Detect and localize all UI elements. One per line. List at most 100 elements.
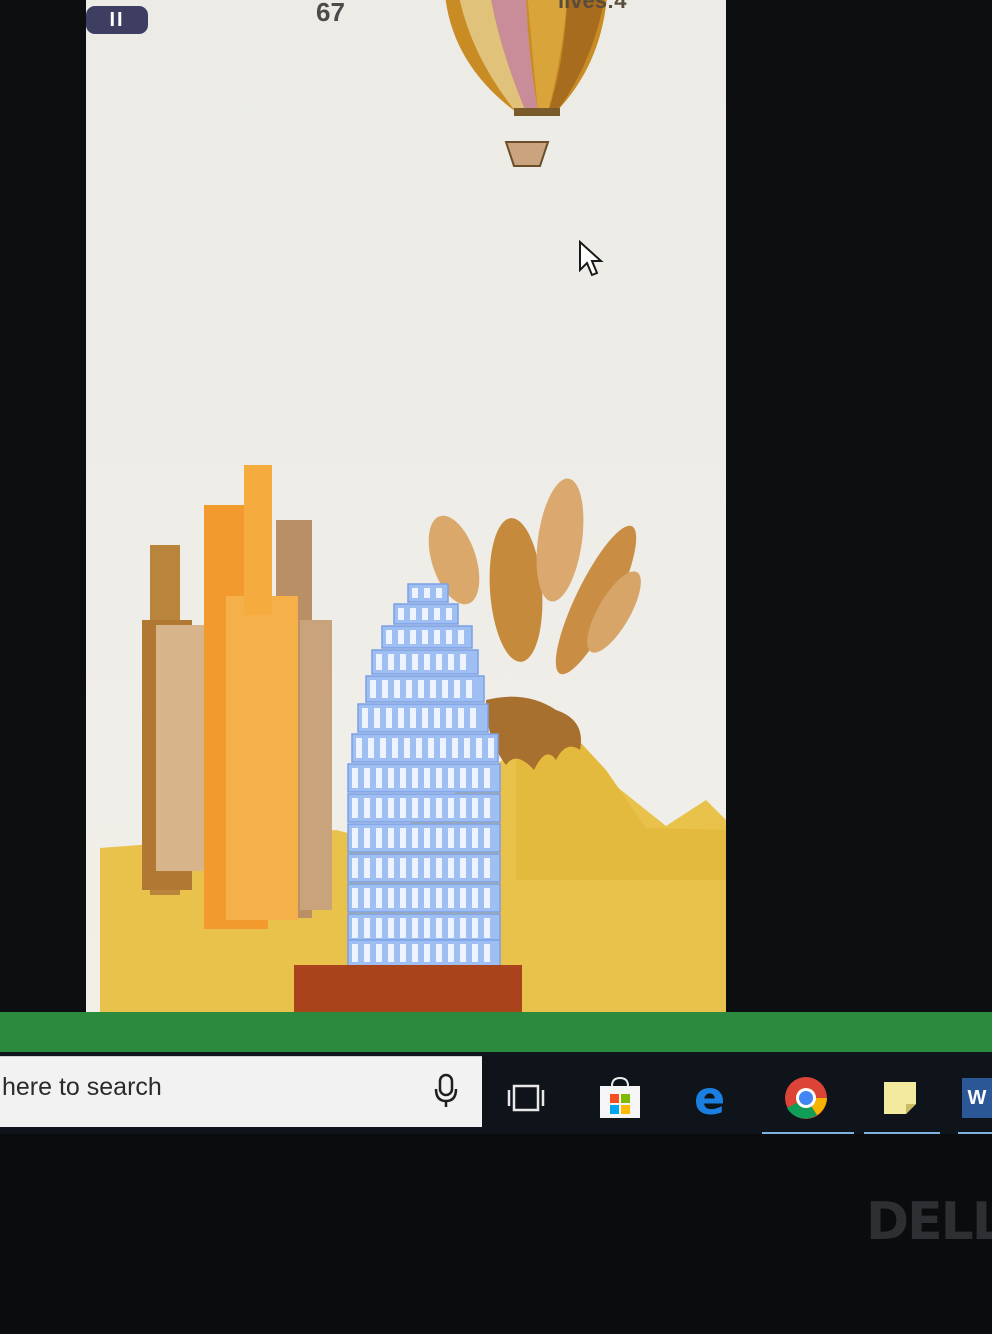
tower-window	[400, 858, 406, 878]
tower-window	[424, 918, 430, 938]
edge-icon[interactable]: e	[690, 1074, 738, 1122]
task-view-icon[interactable]	[502, 1074, 550, 1122]
svg-text:e: e	[694, 1076, 725, 1120]
tower-window	[484, 918, 490, 938]
tower-window	[392, 738, 398, 758]
game-scene	[100, 0, 726, 1022]
hot-air-balloon	[445, 0, 607, 167]
tower-window	[388, 918, 394, 938]
tower-window	[412, 944, 418, 962]
tower-window	[386, 630, 392, 644]
monitor-bezel	[0, 1134, 992, 1334]
tower-window	[488, 738, 494, 758]
tower-window	[412, 918, 418, 938]
tower-window	[434, 708, 440, 728]
tower-window	[470, 708, 476, 728]
tower-window	[352, 768, 358, 788]
tower-window	[376, 858, 382, 878]
tower-window	[442, 680, 448, 698]
tower-window	[376, 768, 382, 788]
tower-window	[376, 944, 382, 962]
tower-window	[412, 828, 418, 848]
tower-window	[386, 708, 392, 728]
tower-window	[448, 888, 454, 908]
tower-window	[472, 944, 478, 962]
tower-window	[436, 798, 442, 818]
tower-window	[368, 738, 374, 758]
tower-window	[364, 888, 370, 908]
tower-window	[382, 680, 388, 698]
tower-window	[400, 654, 406, 670]
building-orange-spire	[244, 465, 272, 615]
tower-window	[412, 858, 418, 878]
tower-window	[484, 828, 490, 848]
tower-window	[398, 708, 404, 728]
tower-window	[424, 888, 430, 908]
search-placeholder[interactable]: here to search	[2, 1073, 162, 1102]
tower-window	[460, 888, 466, 908]
building-orange-light	[226, 596, 298, 920]
tower-window	[364, 768, 370, 788]
tower-window	[380, 738, 386, 758]
tower-window	[448, 654, 454, 670]
tower-window	[436, 918, 442, 938]
tower-window	[434, 608, 440, 620]
tower-window	[388, 888, 394, 908]
tower-window	[484, 858, 490, 878]
tower-window	[428, 738, 434, 758]
microsoft-store-icon[interactable]	[596, 1074, 644, 1122]
tower-window	[436, 588, 442, 598]
tower-window	[448, 798, 454, 818]
tower-window	[412, 654, 418, 670]
tower-window	[374, 708, 380, 728]
pause-button[interactable]: II	[86, 6, 148, 34]
tower-window	[458, 708, 464, 728]
tower-window	[356, 738, 362, 758]
sticky-notes-icon[interactable]	[876, 1074, 924, 1122]
tower-window	[388, 828, 394, 848]
tower-window	[448, 828, 454, 848]
tower-window	[400, 918, 406, 938]
tower-window	[376, 828, 382, 848]
tower-window	[424, 944, 430, 962]
tower-window	[352, 858, 358, 878]
tower-window	[424, 768, 430, 788]
tower-window	[364, 944, 370, 962]
tower-window	[370, 680, 376, 698]
lives-counter: lives:4	[558, 0, 627, 13]
mouse-cursor-icon	[579, 240, 604, 277]
building-beige	[156, 625, 206, 871]
tower-window	[376, 798, 382, 818]
tower-window	[484, 798, 490, 818]
tower-window	[472, 888, 478, 908]
tower-window	[400, 888, 406, 908]
tower-window	[364, 798, 370, 818]
tower-window	[352, 918, 358, 938]
tower-window	[404, 738, 410, 758]
tower-window	[422, 630, 428, 644]
tower-window	[484, 944, 490, 962]
word-icon[interactable]: W	[962, 1074, 992, 1122]
chrome-icon[interactable]	[782, 1074, 830, 1122]
game-canvas[interactable]: II 67 lives:4	[86, 0, 726, 1022]
tower-window	[424, 858, 430, 878]
tower-window	[412, 588, 418, 598]
word-label: W	[962, 1078, 992, 1118]
tower-window	[448, 918, 454, 938]
tower-window	[364, 858, 370, 878]
tower-window	[410, 708, 416, 728]
microphone-icon[interactable]	[432, 1073, 460, 1109]
tower-window	[352, 944, 358, 962]
tower-window	[440, 738, 446, 758]
tower-window	[410, 608, 416, 620]
tower-window	[424, 828, 430, 848]
tower-window	[394, 680, 400, 698]
tower-window	[460, 918, 466, 938]
tower-window	[436, 888, 442, 908]
tower-window	[436, 654, 442, 670]
balloon-basket	[504, 141, 550, 167]
tower-window	[472, 918, 478, 938]
tower-window	[464, 738, 470, 758]
tower-window	[352, 888, 358, 908]
tower-window	[430, 680, 436, 698]
